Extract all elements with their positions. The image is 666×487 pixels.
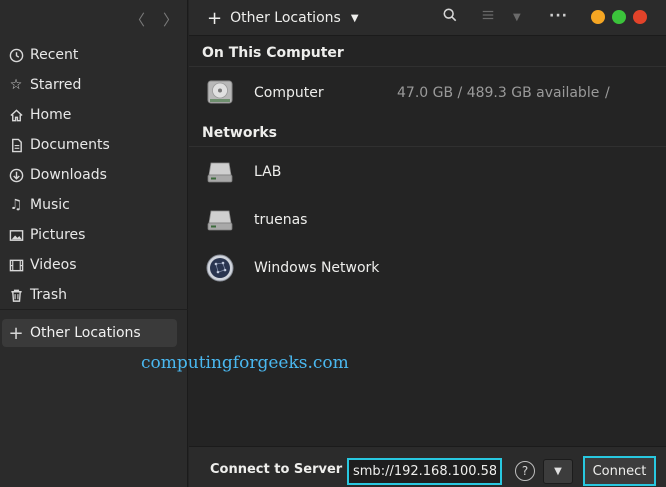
list-item-label: truenas xyxy=(254,212,308,228)
location-label: Other Locations xyxy=(230,10,341,26)
video-icon xyxy=(7,256,25,274)
mount-path: / xyxy=(605,85,610,101)
server-address-input[interactable] xyxy=(347,458,502,485)
picture-icon xyxy=(7,226,25,244)
more-options-icon[interactable]: ··· xyxy=(549,8,568,24)
sidebar-item-label: Other Locations xyxy=(30,325,141,341)
star-icon: ☆ xyxy=(9,77,23,93)
minimize-button[interactable] xyxy=(591,10,605,24)
sidebar-item-label: Trash xyxy=(30,287,67,303)
sidebar-places: Recent ☆ Starred Home Documents Download… xyxy=(0,40,188,310)
sidebar-item-label: Starred xyxy=(30,77,82,93)
sidebar-item-trash[interactable]: Trash xyxy=(0,280,188,310)
list-item-label: Windows Network xyxy=(254,260,380,276)
watermark: computingforgeeks.com xyxy=(141,353,349,373)
document-icon xyxy=(7,136,25,154)
sidebar: 〈 〉 Recent ☆ Starred Home Documents Down… xyxy=(0,0,188,487)
forward-arrow-icon[interactable]: 〉 xyxy=(163,9,178,30)
sidebar-item-starred[interactable]: ☆ Starred xyxy=(0,70,188,100)
sidebar-item-other-locations[interactable]: + Other Locations xyxy=(2,319,177,347)
sidebar-divider xyxy=(0,309,188,310)
help-icon[interactable]: ? xyxy=(515,461,535,481)
sidebar-item-label: Videos xyxy=(30,257,77,273)
list-item-lab[interactable]: LAB xyxy=(189,154,666,190)
sidebar-item-label: Pictures xyxy=(30,227,86,243)
home-icon xyxy=(7,106,25,124)
sidebar-item-label: Documents xyxy=(30,137,110,153)
sidebar-item-label: Downloads xyxy=(30,167,107,183)
section-divider xyxy=(189,146,666,147)
trash-icon xyxy=(7,286,25,304)
windows-network-icon xyxy=(205,253,235,283)
sidebar-item-pictures[interactable]: Pictures xyxy=(0,220,188,250)
network-server-icon xyxy=(205,157,235,187)
music-icon: ♫ xyxy=(9,197,23,213)
main-content: On This Computer Computer 47.0 GB / 489.… xyxy=(189,37,666,445)
section-divider xyxy=(189,66,666,67)
list-item-label: LAB xyxy=(254,164,282,180)
search-icon[interactable] xyxy=(443,8,457,26)
disk-usage-info: 47.0 GB / 489.3 GB available xyxy=(397,85,600,101)
plus-icon: + xyxy=(8,322,24,344)
plus-icon: + xyxy=(207,7,223,29)
list-view-icon[interactable] xyxy=(481,8,495,26)
list-item-truenas[interactable]: truenas xyxy=(189,202,666,238)
section-title-on-this-computer: On This Computer xyxy=(202,45,344,61)
sidebar-item-documents[interactable]: Documents xyxy=(0,130,188,160)
sidebar-item-label: Home xyxy=(30,107,72,123)
drive-icon xyxy=(205,78,235,108)
list-item-windows-network[interactable]: Windows Network xyxy=(189,250,666,286)
section-title-networks: Networks xyxy=(202,125,278,141)
close-button[interactable] xyxy=(633,10,647,24)
connect-to-server-label: Connect to Server xyxy=(210,462,343,477)
sidebar-item-downloads[interactable]: Downloads xyxy=(0,160,188,190)
connect-to-server-bar: Connect to Server ? ▼ Connect xyxy=(189,446,666,487)
sidebar-item-music[interactable]: ♫ Music xyxy=(0,190,188,220)
back-arrow-icon[interactable]: 〈 xyxy=(130,9,145,30)
sidebar-item-home[interactable]: Home xyxy=(0,100,188,130)
maximize-button[interactable] xyxy=(612,10,626,24)
download-icon xyxy=(7,166,25,184)
list-item-computer[interactable]: Computer 47.0 GB / 489.3 GB available / xyxy=(189,75,666,111)
view-options-chevron-icon[interactable]: ▼ xyxy=(513,12,521,23)
caret-down-icon: ▼ xyxy=(350,12,359,24)
server-history-dropdown[interactable]: ▼ xyxy=(543,459,573,484)
sidebar-item-label: Recent xyxy=(30,47,79,63)
sidebar-item-recent[interactable]: Recent xyxy=(0,40,188,70)
location-button[interactable]: + Other Locations ▼ xyxy=(207,7,359,29)
header-bar: + Other Locations ▼ ▼ ··· xyxy=(189,0,666,36)
sidebar-item-videos[interactable]: Videos xyxy=(0,250,188,280)
list-item-label: Computer xyxy=(254,85,324,101)
connect-button[interactable]: Connect xyxy=(583,456,656,486)
network-server-icon xyxy=(205,205,235,235)
clock-icon xyxy=(7,46,25,64)
sidebar-item-label: Music xyxy=(30,197,70,213)
nav-buttons: 〈 〉 xyxy=(0,0,187,34)
